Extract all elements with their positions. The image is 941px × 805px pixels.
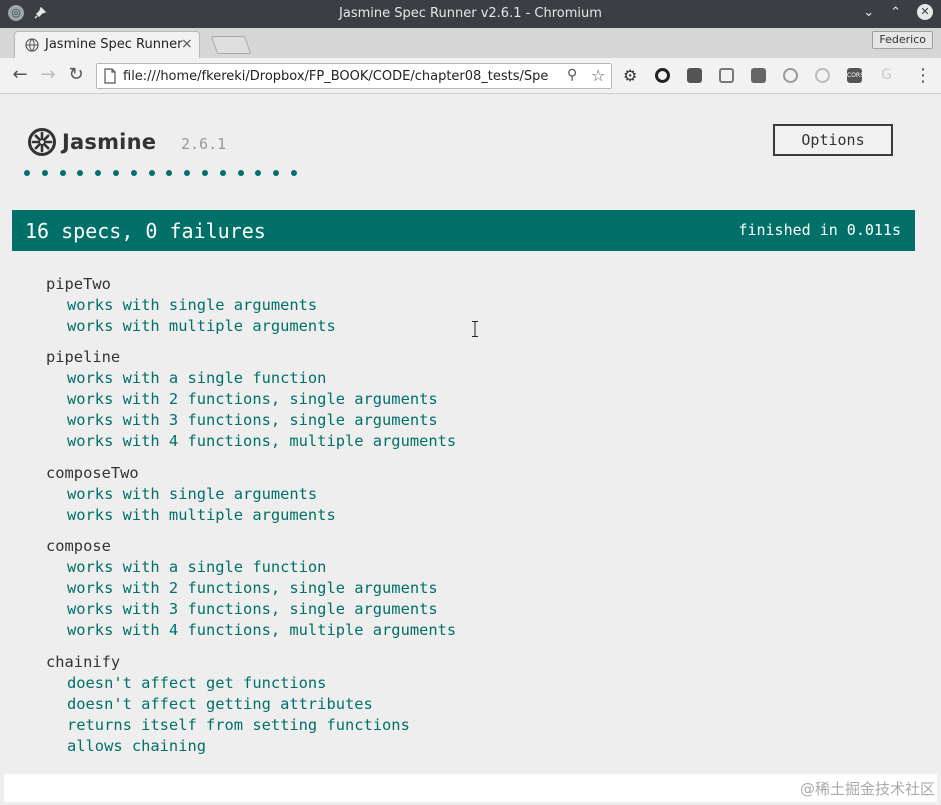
browser-toolbar: ← → ↻ file:///home/fkereki/Dropbox/FP_BO… bbox=[0, 58, 941, 94]
new-tab-button[interactable] bbox=[210, 36, 252, 54]
page-bottom-strip bbox=[4, 774, 937, 802]
suite-composetwo: composeTwo works with single arguments w… bbox=[46, 463, 336, 526]
run-duration: finished in 0.011s bbox=[738, 221, 901, 239]
spec-passed-dot[interactable] bbox=[237, 170, 244, 176]
watermark-text: @稀土掘金技术社区 bbox=[799, 780, 935, 798]
spec-passed-dot[interactable] bbox=[95, 170, 102, 176]
bookmark-star-icon[interactable]: ☆ bbox=[591, 66, 605, 85]
suite-name[interactable]: composeTwo bbox=[46, 463, 336, 484]
cors-icon[interactable]: CORS bbox=[847, 68, 864, 83]
address-bar[interactable]: file:///home/fkereki/Dropbox/FP_BOOK/COD… bbox=[96, 63, 612, 89]
settings-gear-icon[interactable]: ⚙ bbox=[623, 66, 638, 85]
react-icon[interactable] bbox=[783, 68, 798, 83]
back-arrow-icon[interactable]: ← bbox=[10, 65, 30, 85]
suite-name[interactable]: chainify bbox=[46, 652, 410, 673]
spec-item[interactable]: works with single arguments bbox=[46, 484, 336, 505]
minimize-icon[interactable]: ⌄ bbox=[863, 5, 874, 20]
file-page-icon bbox=[104, 68, 116, 84]
window-controls: ⌄ ⌃ ✕ bbox=[863, 4, 933, 20]
options-button[interactable]: Options bbox=[773, 124, 893, 156]
spec-item[interactable]: works with a single function bbox=[46, 368, 456, 389]
suite-pipetwo: pipeTwo works with single arguments work… bbox=[46, 274, 336, 337]
zoom-magnifier-icon[interactable]: ⚲ bbox=[567, 67, 577, 83]
spec-item[interactable]: doesn't affect getting attributes bbox=[46, 694, 410, 715]
spec-item[interactable]: works with multiple arguments bbox=[46, 505, 336, 526]
reload-icon[interactable]: ↻ bbox=[66, 65, 86, 85]
spec-passed-dot[interactable] bbox=[255, 170, 262, 176]
profile-button[interactable]: Federico bbox=[872, 31, 933, 49]
jasmine-brand: Jasmine bbox=[62, 130, 157, 154]
window-title-bar: ◎ Jasmine Spec Runner v2.6.1 - Chromium … bbox=[0, 0, 941, 28]
spec-passed-dot[interactable] bbox=[273, 170, 280, 176]
jasmine-logo: Jasmine bbox=[28, 128, 156, 156]
tab-close-icon[interactable]: × bbox=[181, 36, 193, 52]
summary-bar: 16 specs, 0 failures finished in 0.011s bbox=[12, 210, 915, 251]
text-cursor-icon bbox=[472, 321, 478, 337]
suite-pipeline: pipeline works with a single function wo… bbox=[46, 347, 456, 452]
spec-passed-dot[interactable] bbox=[24, 170, 30, 176]
dropbox-icon[interactable] bbox=[719, 68, 734, 83]
url-text[interactable]: file:///home/fkereki/Dropbox/FP_BOOK/COD… bbox=[123, 69, 555, 84]
google-icon[interactable]: G bbox=[879, 68, 894, 83]
shield-icon[interactable] bbox=[815, 68, 830, 83]
suite-name[interactable]: compose bbox=[46, 536, 456, 557]
globe-icon bbox=[25, 38, 39, 52]
spec-item[interactable]: works with single arguments bbox=[46, 295, 336, 316]
spec-passed-dot[interactable] bbox=[59, 170, 66, 176]
spec-item[interactable]: works with 3 functions, single arguments bbox=[46, 410, 456, 431]
spec-item[interactable]: works with multiple arguments bbox=[46, 316, 336, 337]
spec-passed-dot[interactable] bbox=[148, 170, 155, 176]
page-content: Jasmine 2.6.1 Options 16 specs, 0 failur… bbox=[0, 94, 941, 805]
spec-passed-dot[interactable] bbox=[77, 170, 84, 176]
close-icon[interactable]: ✕ bbox=[917, 4, 933, 20]
spec-item[interactable]: allows chaining bbox=[46, 736, 410, 757]
spec-passed-dot[interactable] bbox=[184, 170, 191, 176]
spec-summary: 16 specs, 0 failures bbox=[25, 219, 266, 243]
notes-icon[interactable] bbox=[751, 68, 766, 83]
spec-item[interactable]: works with 3 functions, single arguments bbox=[46, 599, 456, 620]
spec-passed-dot[interactable] bbox=[219, 170, 226, 176]
window-title: Jasmine Spec Runner v2.6.1 - Chromium bbox=[339, 6, 602, 21]
spec-passed-dot[interactable] bbox=[201, 170, 208, 176]
spec-passed-dot[interactable] bbox=[130, 170, 137, 176]
jasmine-version: 2.6.1 bbox=[181, 135, 227, 153]
suite-chainify: chainify doesn't affect get functions do… bbox=[46, 652, 410, 757]
browser-menu-icon[interactable]: ⋮ bbox=[914, 65, 932, 86]
spec-passed-dot[interactable] bbox=[290, 170, 297, 176]
tab-strip: Jasmine Spec Runner × Federico bbox=[0, 28, 941, 58]
gmail-icon[interactable] bbox=[687, 68, 702, 83]
spec-status-dots bbox=[24, 170, 297, 176]
maximize-icon[interactable]: ⌃ bbox=[890, 5, 901, 20]
spec-passed-dot[interactable] bbox=[112, 170, 119, 176]
spec-item[interactable]: works with 4 functions, multiple argumen… bbox=[46, 431, 456, 452]
spec-item[interactable]: works with 2 functions, single arguments bbox=[46, 578, 456, 599]
spec-item[interactable]: returns itself from setting functions bbox=[46, 715, 410, 736]
results-list: pipeTwo works with single arguments work… bbox=[12, 260, 915, 768]
spec-item[interactable]: works with 4 functions, multiple argumen… bbox=[46, 620, 456, 641]
spec-passed-dot[interactable] bbox=[41, 170, 48, 176]
tab-title: Jasmine Spec Runner bbox=[45, 37, 183, 52]
suite-compose: compose works with a single function wor… bbox=[46, 536, 456, 641]
suite-name[interactable]: pipeTwo bbox=[46, 274, 336, 295]
spec-item[interactable]: doesn't affect get functions bbox=[46, 673, 410, 694]
opera-icon[interactable] bbox=[655, 68, 670, 83]
spec-item[interactable]: works with 2 functions, single arguments bbox=[46, 389, 456, 410]
spec-passed-dot[interactable] bbox=[166, 170, 173, 176]
forward-arrow-icon[interactable]: → bbox=[38, 65, 58, 85]
jasmine-flower-icon bbox=[28, 128, 56, 156]
tab-jasmine-spec-runner[interactable]: Jasmine Spec Runner × bbox=[14, 31, 200, 58]
suite-name[interactable]: pipeline bbox=[46, 347, 456, 368]
spec-item[interactable]: works with a single function bbox=[46, 557, 456, 578]
